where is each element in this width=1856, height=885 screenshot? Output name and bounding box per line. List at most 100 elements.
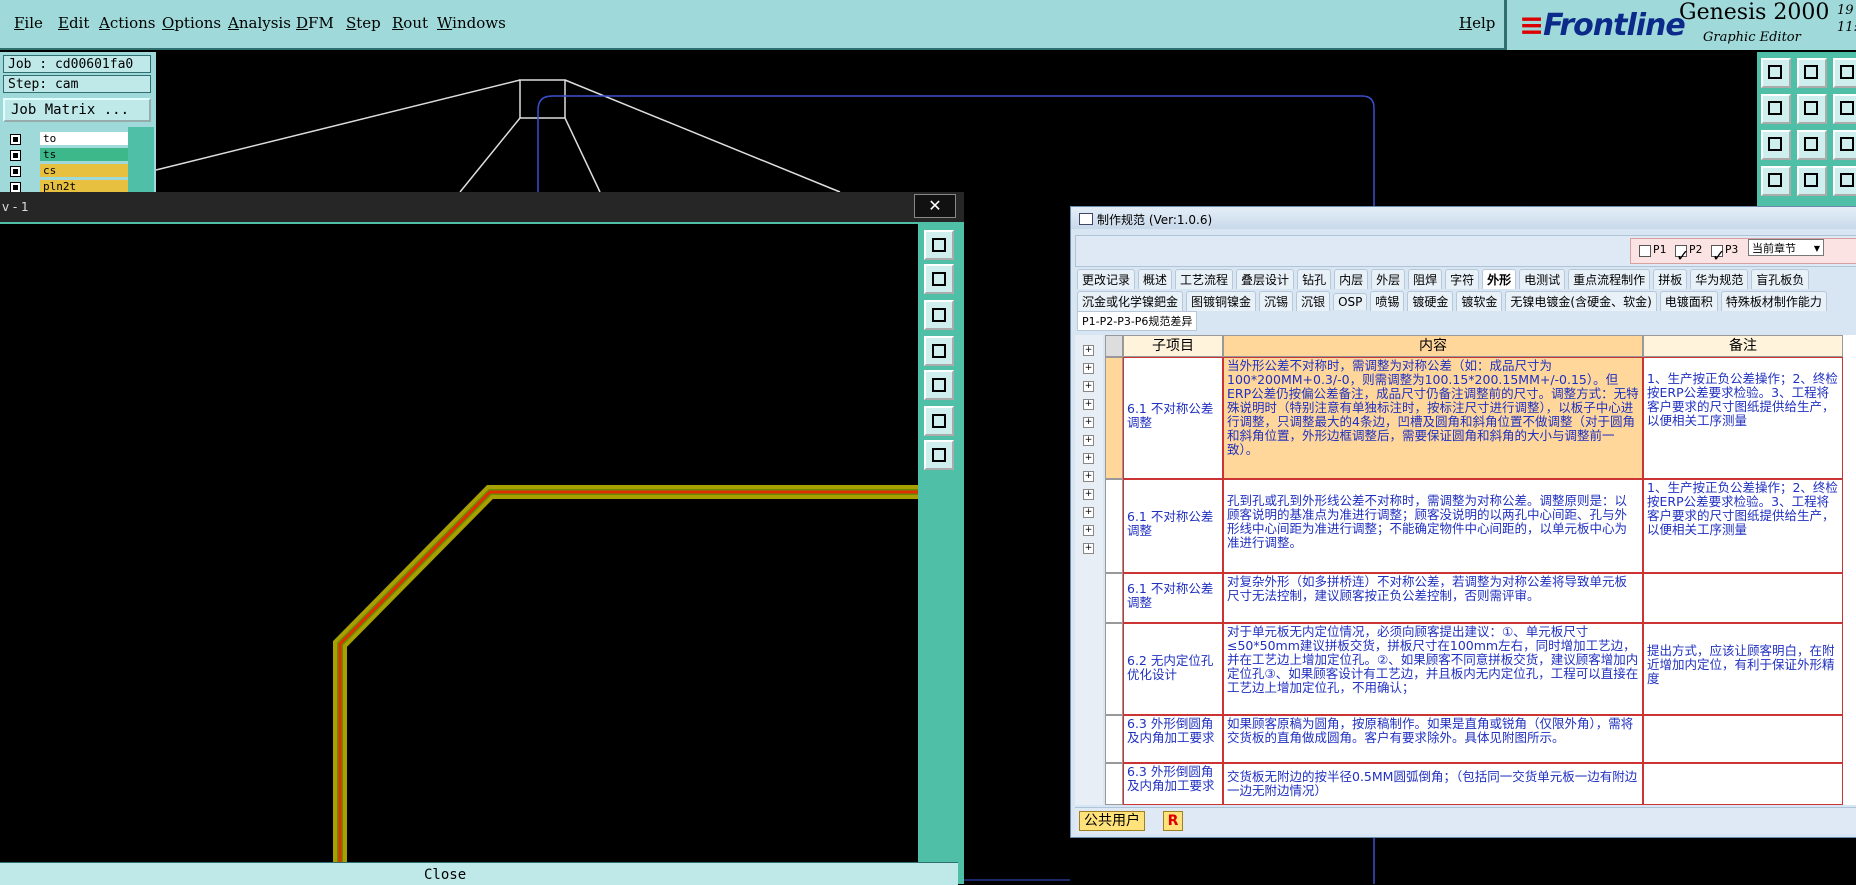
viewer-tool-button[interactable]	[924, 230, 954, 260]
layer-checkbox[interactable]	[10, 134, 21, 145]
tab-item[interactable]: 华为规范	[1690, 269, 1749, 289]
tab-item[interactable]: 沉锡	[1259, 291, 1294, 311]
viewer-left-button[interactable]	[924, 336, 954, 366]
tab-item[interactable]: 内层	[1334, 269, 1369, 289]
menu-help[interactable]: Help	[1459, 14, 1495, 32]
p2-checkbox[interactable]: ✓	[1675, 245, 1689, 265]
tool-button[interactable]	[1833, 94, 1856, 124]
tab-item[interactable]: 叠层设计	[1236, 269, 1295, 289]
job-label: Job : cd00601fa0	[3, 55, 151, 73]
expand-icon[interactable]: +	[1083, 381, 1094, 392]
tab-item[interactable]: 图镀铜镍金	[1186, 291, 1257, 311]
tab-item[interactable]: 钻孔	[1297, 269, 1332, 289]
zoom-fit-button[interactable]	[1761, 130, 1791, 160]
layer-scroll-strip[interactable]	[128, 127, 154, 192]
column-header-note[interactable]: 备注	[1643, 335, 1843, 357]
viewer-home-button[interactable]	[924, 440, 954, 470]
menu-edit[interactable]: Edit	[58, 14, 89, 32]
tab-item[interactable]: 特殊板材制作能力	[1720, 291, 1827, 311]
tab-item[interactable]: 电测试	[1519, 269, 1566, 289]
menu-dfm[interactable]: DFM	[296, 14, 334, 32]
menu-step[interactable]: Step	[346, 14, 381, 32]
expand-icon[interactable]: +	[1083, 471, 1094, 482]
tab-outline-active[interactable]: 外形	[1482, 269, 1517, 289]
tab-item[interactable]: OSP	[1333, 293, 1368, 310]
viewer-right-button[interactable]	[924, 370, 954, 400]
close-icon[interactable]: ✕	[914, 194, 956, 218]
expand-icon[interactable]: +	[1083, 363, 1094, 374]
viewer-down-button[interactable]	[924, 300, 954, 330]
section-select[interactable]: 当前章节	[1748, 239, 1824, 257]
column-header-subitem[interactable]: 子项目	[1123, 335, 1223, 357]
tab-item[interactable]: 更改记录	[1077, 269, 1136, 289]
menu-analysis[interactable]: Analysis	[228, 14, 291, 32]
zoom-home-button[interactable]	[1797, 130, 1827, 160]
expand-icon[interactable]: +	[1083, 417, 1094, 428]
expand-icon[interactable]: +	[1083, 345, 1094, 356]
spec-window: 制作规范 (Ver:1.0.6) P1 ✓ P2 ✓ P3 当前章节 更改记录概…	[1070, 206, 1856, 838]
tab-item[interactable]: 工艺流程	[1175, 269, 1234, 289]
viewer-fit-button[interactable]	[924, 406, 954, 436]
row-selector[interactable]	[1105, 357, 1123, 479]
tab-item[interactable]: 拼板	[1653, 269, 1688, 289]
spec-titlebar[interactable]: 制作规范 (Ver:1.0.6)	[1071, 207, 1856, 229]
tab-item[interactable]: 无镍电镀金(含硬金、软金)	[1505, 291, 1657, 311]
expand-icon[interactable]: +	[1083, 507, 1094, 518]
row-selector[interactable]	[1105, 623, 1123, 715]
layer-row[interactable]: to	[6, 132, 128, 146]
measure-button[interactable]	[1761, 166, 1791, 196]
row-selector[interactable]	[1105, 479, 1123, 573]
tab-item[interactable]: 喷锡	[1370, 291, 1405, 311]
job-matrix-button[interactable]: Job Matrix ...	[3, 98, 151, 122]
tab-item[interactable]: 镀软金	[1456, 291, 1503, 311]
p2-label: P2	[1689, 243, 1703, 256]
row-selector[interactable]	[1105, 715, 1123, 763]
viewer-titlebar[interactable]: v - 1 ✕	[0, 192, 964, 222]
tool-icon	[1840, 137, 1854, 151]
tab-item[interactable]: 外层	[1371, 269, 1406, 289]
grid-button[interactable]	[1797, 166, 1827, 196]
expand-icon[interactable]: +	[1083, 399, 1094, 410]
menu-rout[interactable]: Rout	[392, 14, 428, 32]
viewer-up-button[interactable]	[924, 264, 954, 294]
pan-right-button[interactable]	[1797, 94, 1827, 124]
row-selector[interactable]	[1105, 763, 1123, 805]
expand-icon[interactable]: +	[1083, 543, 1094, 554]
expand-icon[interactable]: +	[1083, 435, 1094, 446]
product-name: Genesis 2000	[1679, 0, 1830, 25]
menu-windows[interactable]: Windows	[437, 14, 506, 32]
tab-item[interactable]: 概述	[1138, 269, 1173, 289]
layer-checkbox[interactable]	[10, 150, 21, 161]
tool-icon	[1840, 101, 1854, 115]
row-selector[interactable]	[1105, 573, 1123, 623]
menu-actions[interactable]: Actions	[99, 14, 155, 32]
tab-level-diff[interactable]: P1-P2-P3-P6规范差异	[1077, 311, 1198, 331]
p3-checkbox[interactable]: ✓	[1711, 245, 1725, 265]
tool-button[interactable]	[1833, 166, 1856, 196]
tab-item[interactable]: 电镀面积	[1659, 291, 1718, 311]
menu-file[interactable]: File	[14, 14, 43, 32]
tool-button[interactable]	[1833, 58, 1856, 88]
expand-icon[interactable]: +	[1083, 525, 1094, 536]
menu-options[interactable]: Options	[162, 14, 221, 32]
tab-item[interactable]: 阻焊	[1408, 269, 1443, 289]
layer-row[interactable]: ts	[6, 148, 128, 162]
viewer-close-button[interactable]: Close	[0, 862, 958, 885]
tab-item[interactable]: 重点流程制作	[1568, 269, 1651, 289]
zoom-down-button[interactable]	[1797, 58, 1827, 88]
p1-checkbox[interactable]	[1639, 245, 1651, 257]
tab-item[interactable]: 盲孔板负	[1751, 269, 1810, 289]
tool-button[interactable]	[1833, 130, 1856, 160]
pan-left-button[interactable]	[1761, 94, 1791, 124]
tab-item[interactable]: 字符	[1445, 269, 1480, 289]
tab-item[interactable]: 沉银	[1296, 291, 1331, 311]
tab-item[interactable]: 镀硬金	[1407, 291, 1454, 311]
viewer-canvas[interactable]	[0, 224, 918, 885]
column-header-content[interactable]: 内容	[1223, 335, 1643, 357]
tab-item[interactable]: 沉金或化学镍鈀金	[1077, 291, 1184, 311]
expand-icon[interactable]: +	[1083, 489, 1094, 500]
layer-row[interactable]: cs	[6, 164, 128, 178]
zoom-up-button[interactable]	[1761, 58, 1791, 88]
layer-checkbox[interactable]	[10, 166, 21, 177]
expand-icon[interactable]: +	[1083, 453, 1094, 464]
